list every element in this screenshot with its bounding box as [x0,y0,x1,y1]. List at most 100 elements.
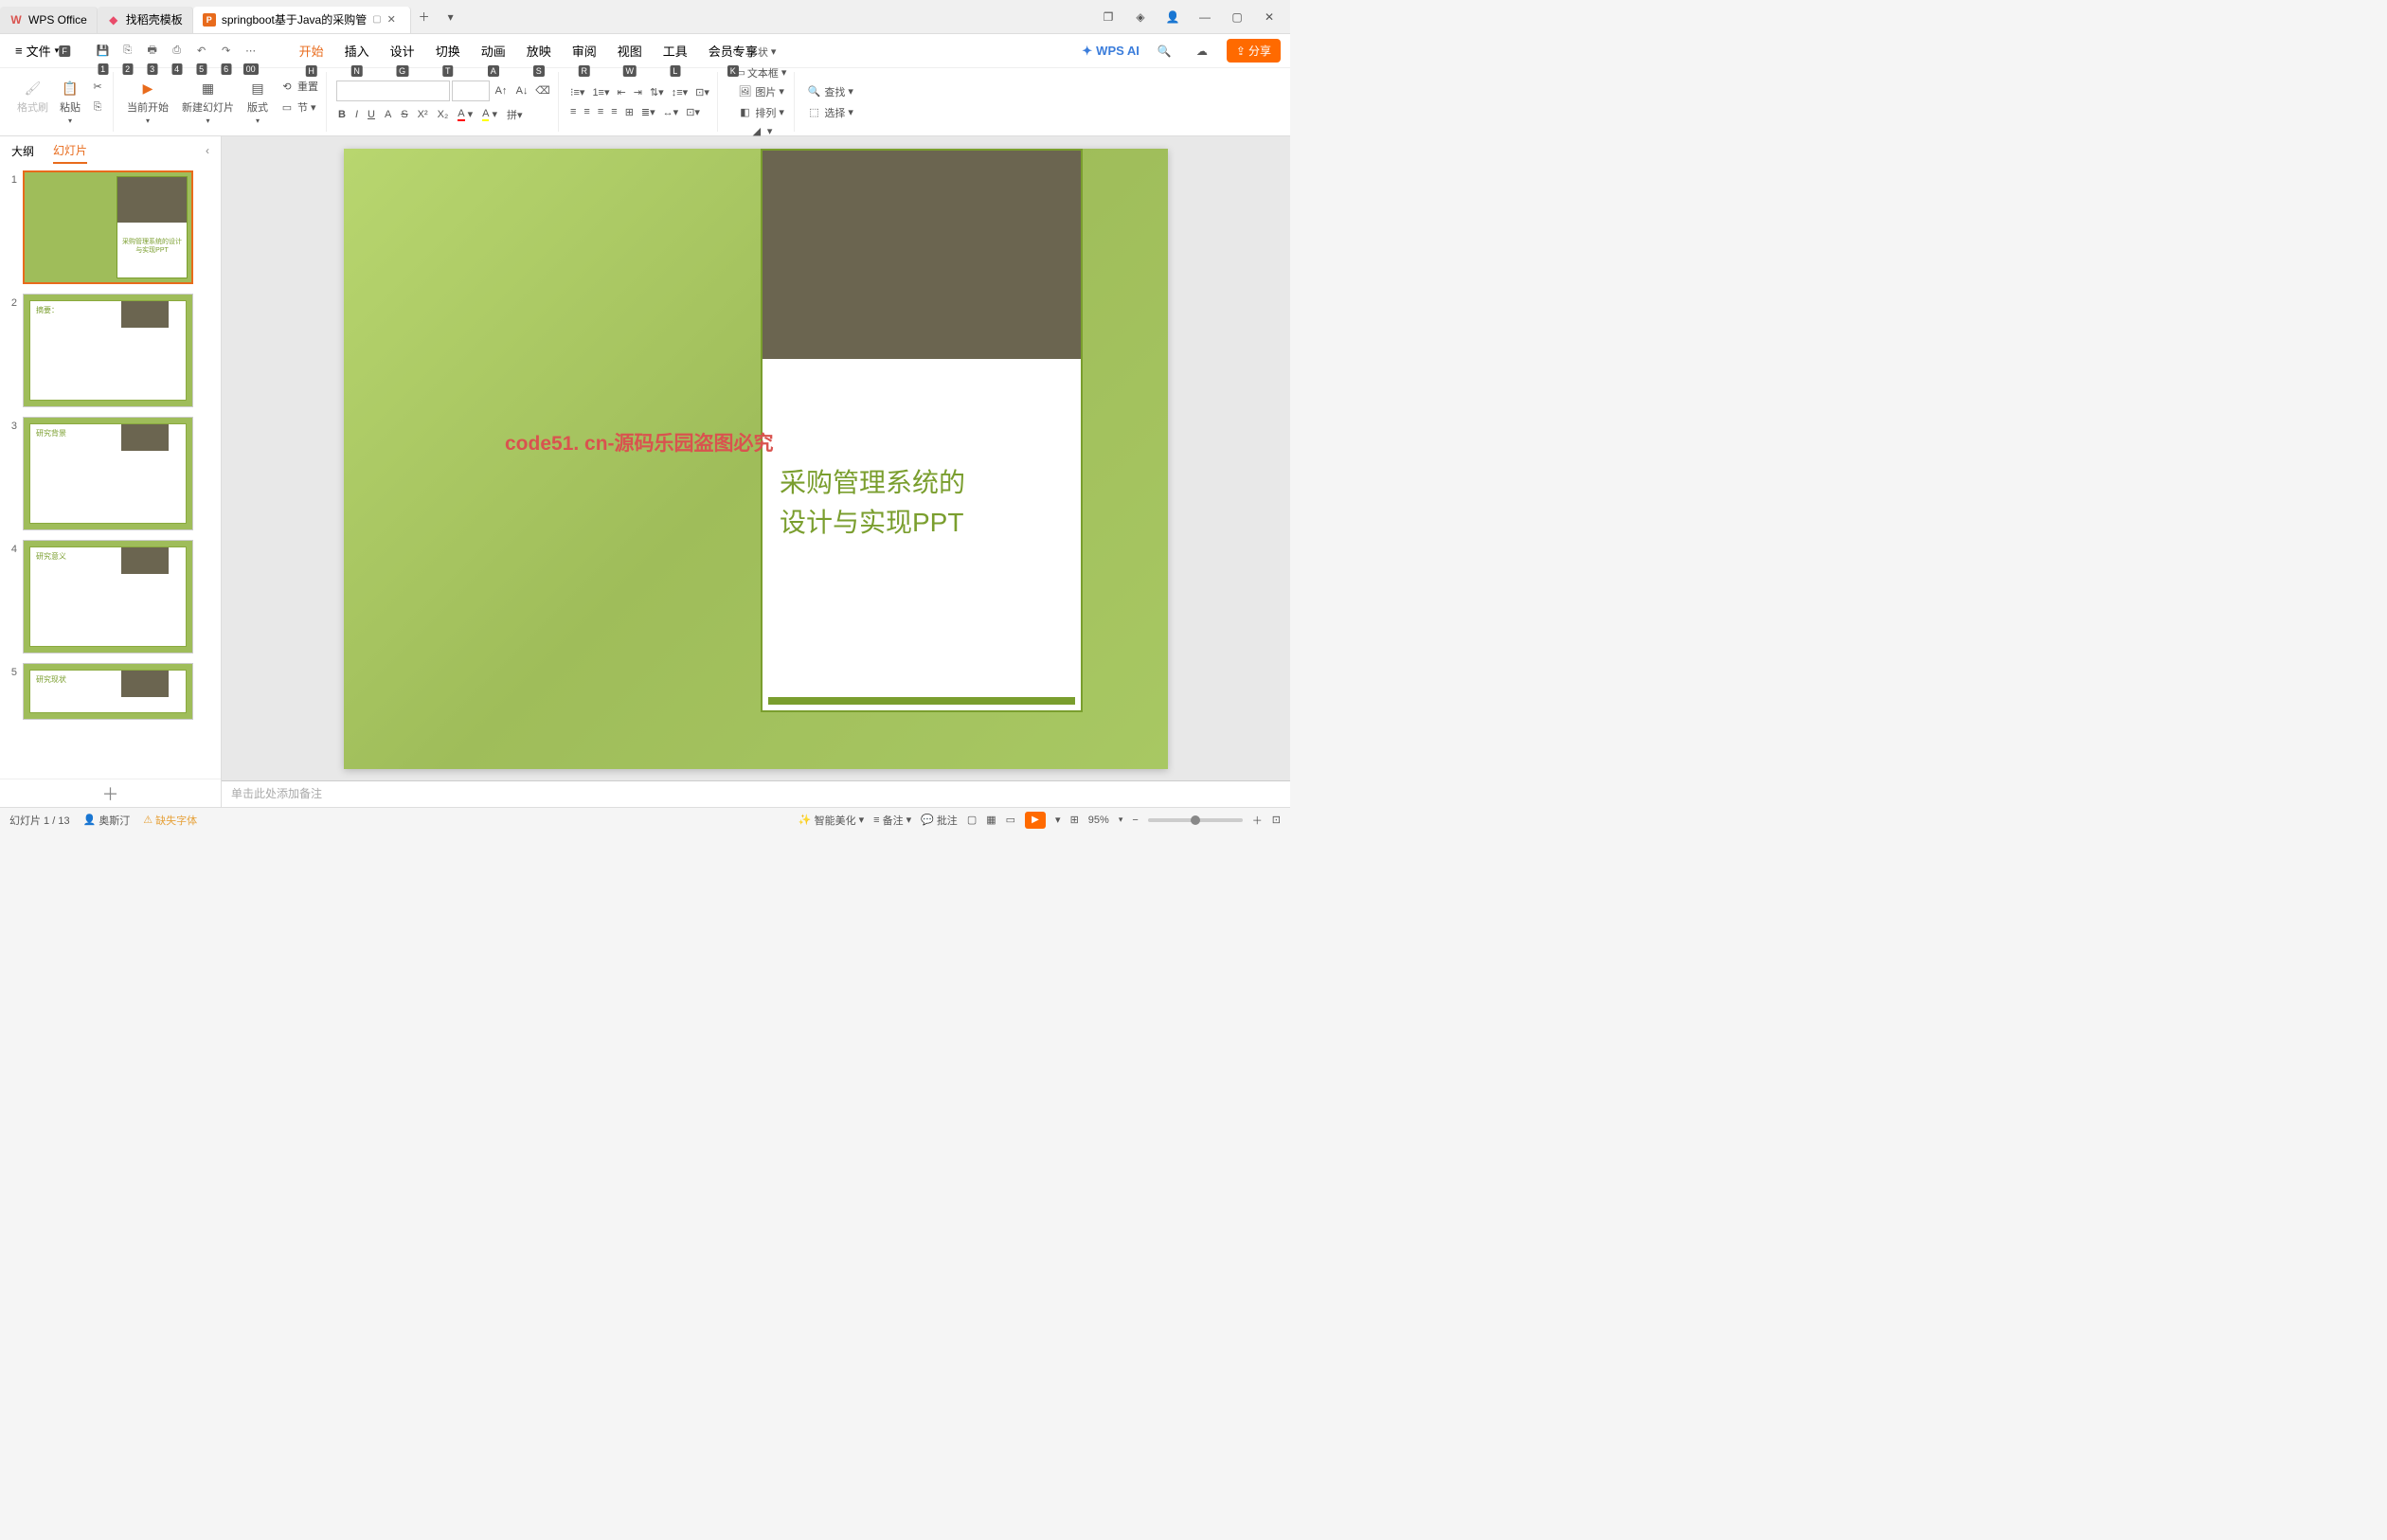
columns-button[interactable]: ≣▾ [639,104,657,120]
arrange-button[interactable]: ◧排列▾ [735,103,786,122]
review-toggle[interactable]: 💬批注 [921,813,958,828]
align-left-button[interactable]: ≡ [568,104,578,120]
zoom-thumb[interactable] [1191,815,1200,825]
picture-button[interactable]: 🖼图片▾ [735,82,786,101]
collapse-panel-button[interactable]: ‹ [206,144,209,157]
strike-button[interactable]: S [399,105,409,124]
minimize-button[interactable]: — [1192,4,1218,30]
copy-button[interactable]: ⎘ [88,98,107,116]
tab-member[interactable]: 会员专享K [699,38,767,63]
bullets-button[interactable]: ⁝≡▾ [568,84,586,100]
new-tab-button[interactable]: ＋ [411,4,438,30]
missing-font-warning[interactable]: ⚠缺失字体 [143,813,197,828]
thumbnail-5[interactable]: 研究现状 [23,663,193,720]
line-spacing-button[interactable]: ↕≡▾ [670,84,690,100]
italic-button[interactable]: I [353,105,360,124]
decrease-font-button[interactable]: A↓ [512,81,531,101]
font-color-button[interactable]: A▾ [456,105,475,124]
slideshow-dropdown[interactable]: ▾ [1055,814,1061,826]
increase-font-button[interactable]: A↑ [492,81,511,101]
canvas[interactable]: code51. cn-源码乐园盗图必究 采购管理系统的 设计与实现PPT [222,136,1290,780]
tab-menu-button[interactable]: ▾ [438,4,464,30]
indent-dec-button[interactable]: ⇤ [616,84,628,100]
reset-button[interactable]: ⟲重置 [278,77,320,96]
qat-export[interactable]: ⎘2 [117,41,138,62]
font-family-input[interactable] [336,81,450,101]
tab-home[interactable]: 开始H [290,38,333,63]
text-direction-button[interactable]: ⇅▾ [648,84,666,100]
align-text-button[interactable]: ⊡▾ [693,84,711,100]
wps-ai-button[interactable]: ✦WPS AI [1082,44,1140,59]
subscript-button[interactable]: X₂ [436,105,451,124]
layout-toggle[interactable]: ⊞ [1070,814,1079,826]
thumbnail-4[interactable]: 研究意义 [23,540,193,654]
close-icon[interactable]: ✕ [387,13,401,27]
tab-tools[interactable]: 工具L [654,38,697,63]
file-menu[interactable]: ≡ 文件 ▾ F [8,38,83,63]
indent-inc-button[interactable]: ⇥ [632,84,644,100]
sorter-view-button[interactable]: ▦ [986,814,996,826]
find-button[interactable]: 🔍查找▾ [804,82,855,101]
qat-save[interactable]: 💾1 [93,41,114,62]
qat-more[interactable]: ⋯00 [241,41,261,62]
share-button[interactable]: ⇪分享 [1227,39,1281,63]
select-button[interactable]: ⬚选择▾ [804,103,855,122]
tab-insert[interactable]: 插入N [335,38,379,63]
add-slide-button[interactable]: ＋ [0,779,221,807]
paste-button[interactable]: 📋粘贴▾ [56,77,84,127]
window-multiview-icon[interactable]: ❐ [1095,4,1122,30]
qat-print[interactable]: 🖶3 [142,41,163,62]
format-painter-button[interactable]: 🖌格式刷 [13,77,52,127]
zoom-level[interactable]: 95% [1088,815,1109,826]
normal-view-button[interactable]: ▢ [967,814,977,826]
zoom-slider[interactable] [1148,818,1243,822]
beautify-button[interactable]: ✨智能美化▾ [799,813,864,828]
current-slide[interactable]: code51. cn-源码乐园盗图必究 采购管理系统的 设计与实现PPT [344,149,1168,769]
close-button[interactable]: ✕ [1256,4,1283,30]
zoom-dropdown[interactable]: ▾ [1119,815,1123,825]
zoom-out-button[interactable]: − [1132,815,1138,826]
align-right-button[interactable]: ≡ [596,104,605,120]
bold-button[interactable]: B [336,105,348,124]
qat-preview[interactable]: ⎙4 [167,41,188,62]
section-button[interactable]: ▭节▾ [278,98,320,116]
align-justify-button[interactable]: ≡ [609,104,619,120]
tab-template[interactable]: ◆ 找稻壳模板 [98,7,193,33]
from-current-button[interactable]: ▶当前开始▾ [123,77,172,127]
avatar-icon[interactable]: 👤 [1159,4,1186,30]
thumbnail-3[interactable]: 研究背景 [23,417,193,530]
zoom-in-button[interactable]: ＋ [1252,813,1263,828]
tab-slideshow[interactable]: 放映S [517,38,561,63]
author-badge[interactable]: 👤奥斯汀 [83,813,131,828]
tab-view[interactable]: 视图W [608,38,652,63]
slideshow-button[interactable]: ▶ [1025,812,1046,829]
tab-document[interactable]: P springboot基于Java的采购管 ▢ ✕ [193,7,411,33]
search-icon[interactable]: 🔍 [1151,38,1177,64]
thumbnail-2[interactable]: 摘要： [23,294,193,407]
new-slide-button[interactable]: ▦新建幻灯片▾ [178,77,238,127]
superscript-button[interactable]: X² [416,105,430,124]
numbering-button[interactable]: 1≡▾ [590,84,611,100]
tab-animation[interactable]: 动画A [472,38,515,63]
notes-input[interactable]: 单击此处添加备注 [222,780,1290,807]
distribute-button[interactable]: ⊞ [623,104,636,120]
tab-transition[interactable]: 切换T [426,38,470,63]
fit-button[interactable]: ⊡ [1272,814,1281,826]
cloud-icon[interactable]: ☁ [1189,38,1215,64]
reading-view-button[interactable]: ▭ [1006,814,1015,826]
notes-toggle[interactable]: ≡备注▾ [873,813,911,828]
align-center-button[interactable]: ≡ [582,104,591,120]
thumbnail-1[interactable]: 采购管理系统的设计与实现PPT [23,170,193,284]
tab-design[interactable]: 设计G [381,38,424,63]
font-size-input[interactable] [452,81,490,101]
qat-redo[interactable]: ↷6 [216,41,237,62]
tab-wps[interactable]: W WPS Office [0,7,98,33]
highlight-button[interactable]: A▾ [480,105,499,124]
clear-format-button[interactable]: ⌫ [533,81,552,101]
qat-undo[interactable]: ↶5 [191,41,212,62]
shadow-button[interactable]: A [383,105,393,124]
slides-tab[interactable]: 幻灯片 [53,138,87,164]
convert-button[interactable]: ⊡▾ [684,104,702,120]
layout-button[interactable]: ▤版式▾ [243,77,272,127]
outline-tab[interactable]: 大纲 [11,139,34,163]
